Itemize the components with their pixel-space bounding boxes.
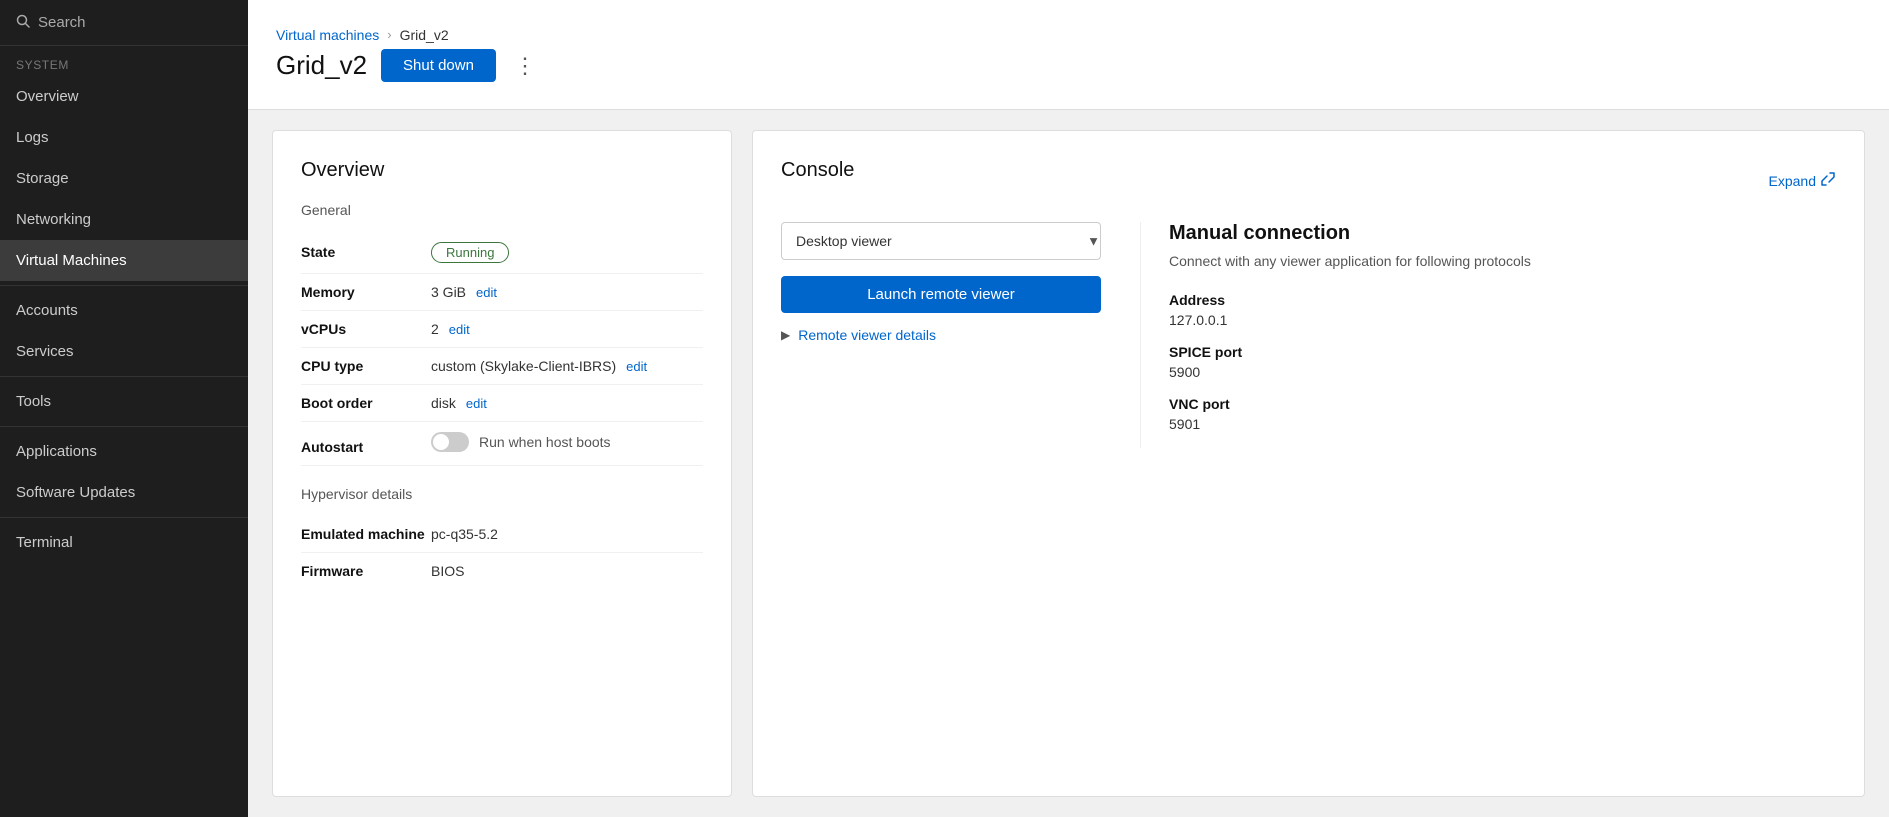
console-body: Desktop viewer ▼ Launch remote viewer ▶ … [781,222,1836,448]
autostart-value: Run when host boots [431,432,611,452]
cpu-type-value-text: custom (Skylake-Client-IBRS) [431,358,616,374]
vcpus-row: vCPUs 2 edit [301,311,703,348]
sidebar: Search System Overview Logs Storage Netw… [0,0,248,817]
search-label: Search [38,14,86,31]
address-field: Address 127.0.0.1 [1169,292,1836,328]
expand-label: Expand [1769,173,1816,189]
firmware-label: Firmware [301,563,431,579]
vnc-port-label: VNC port [1169,396,1836,412]
viewer-select[interactable]: Desktop viewer [781,222,1101,260]
header-actions: Grid_v2 Shut down ⋮ [276,49,1861,83]
boot-order-row: Boot order disk edit [301,385,703,422]
overview-card-title: Overview [301,159,703,182]
state-value: Running [431,242,509,263]
console-top-bar: Console Expand [781,159,1836,202]
memory-value-text: 3 GiB [431,284,466,300]
expand-button[interactable]: Expand [1769,171,1836,190]
hypervisor-section-label: Hypervisor details [301,486,703,502]
search-bar[interactable]: Search [0,0,248,46]
memory-edit-link[interactable]: edit [476,285,497,300]
general-section-label: General [301,202,703,218]
cpu-type-row: CPU type custom (Skylake-Client-IBRS) ed… [301,348,703,385]
cpu-type-edit-link[interactable]: edit [626,359,647,374]
vnc-port-field: VNC port 5901 [1169,396,1836,432]
sidebar-item-storage[interactable]: Storage [0,158,248,199]
sidebar-item-overview[interactable]: Overview [0,76,248,117]
vcpus-value: 2 edit [431,321,470,337]
content-area: Overview General State Running Memory 3 … [248,110,1889,817]
shutdown-button[interactable]: Shut down [381,49,496,82]
memory-label: Memory [301,284,431,300]
emulated-machine-value: pc-q35-5.2 [431,526,498,542]
address-label: Address [1169,292,1836,308]
sidebar-item-tools[interactable]: Tools [0,381,248,422]
sidebar-divider-1 [0,285,248,286]
overview-card: Overview General State Running Memory 3 … [272,130,732,797]
cpu-type-value: custom (Skylake-Client-IBRS) edit [431,358,647,374]
emulated-machine-row: Emulated machine pc-q35-5.2 [301,516,703,553]
remote-viewer-details-label: Remote viewer details [798,327,936,343]
breadcrumb: Virtual machines › Grid_v2 [276,27,1861,43]
page-header: Virtual machines › Grid_v2 Grid_v2 Shut … [248,0,1889,110]
launch-remote-viewer-button[interactable]: Launch remote viewer [781,276,1101,313]
autostart-toggle[interactable] [431,432,469,452]
breadcrumb-parent-link[interactable]: Virtual machines [276,27,379,43]
firmware-value: BIOS [431,563,464,579]
expand-icon [1820,171,1836,190]
autostart-label: Autostart [301,439,431,455]
memory-value: 3 GiB edit [431,284,497,300]
sidebar-item-terminal[interactable]: Terminal [0,522,248,563]
boot-order-label: Boot order [301,395,431,411]
address-value: 127.0.0.1 [1169,312,1836,328]
sidebar-item-virtual-machines[interactable]: Virtual Machines [0,240,248,281]
vcpus-label: vCPUs [301,321,431,337]
boot-order-value: disk edit [431,395,487,411]
sidebar-divider-3 [0,426,248,427]
search-icon [16,14,30,31]
viewer-select-wrapper: Desktop viewer ▼ [781,222,1112,260]
manual-connection-title: Manual connection [1169,222,1836,245]
autostart-row: Autostart Run when host boots [301,422,703,466]
console-card-title: Console [781,159,854,182]
boot-order-edit-link[interactable]: edit [466,396,487,411]
sidebar-item-services[interactable]: Services [0,331,248,372]
memory-row: Memory 3 GiB edit [301,274,703,311]
autostart-toggle-label: Run when host boots [479,434,611,450]
vcpus-value-text: 2 [431,321,439,337]
sidebar-item-logs[interactable]: Logs [0,117,248,158]
remote-viewer-details-row[interactable]: ▶ Remote viewer details [781,327,1112,343]
console-card: Console Expand Desktop viewer [752,130,1865,797]
breadcrumb-current: Grid_v2 [400,27,449,43]
main-content: Virtual machines › Grid_v2 Grid_v2 Shut … [248,0,1889,817]
vcpus-edit-link[interactable]: edit [449,322,470,337]
manual-connection-panel: Manual connection Connect with any viewe… [1141,222,1836,448]
sidebar-item-networking[interactable]: Networking [0,199,248,240]
boot-order-value-text: disk [431,395,456,411]
page-title: Grid_v2 [276,50,367,81]
cpu-type-label: CPU type [301,358,431,374]
spice-port-value: 5900 [1169,364,1836,380]
manual-connection-desc: Connect with any viewer application for … [1169,251,1836,272]
sidebar-item-applications[interactable]: Applications [0,431,248,472]
console-left-panel: Desktop viewer ▼ Launch remote viewer ▶ … [781,222,1141,448]
sidebar-item-accounts[interactable]: Accounts [0,290,248,331]
chevron-right-icon: ▶ [781,328,790,342]
spice-port-field: SPICE port 5900 [1169,344,1836,380]
breadcrumb-separator: › [387,27,391,42]
running-badge: Running [431,242,509,263]
more-options-icon[interactable]: ⋮ [510,49,540,83]
system-section-label: System [0,46,248,76]
state-row: State Running [301,232,703,274]
firmware-row: Firmware BIOS [301,553,703,589]
sidebar-item-software-updates[interactable]: Software Updates [0,472,248,513]
state-label: State [301,244,431,260]
sidebar-divider-4 [0,517,248,518]
emulated-machine-label: Emulated machine [301,526,431,542]
spice-port-label: SPICE port [1169,344,1836,360]
vnc-port-value: 5901 [1169,416,1836,432]
sidebar-divider-2 [0,376,248,377]
